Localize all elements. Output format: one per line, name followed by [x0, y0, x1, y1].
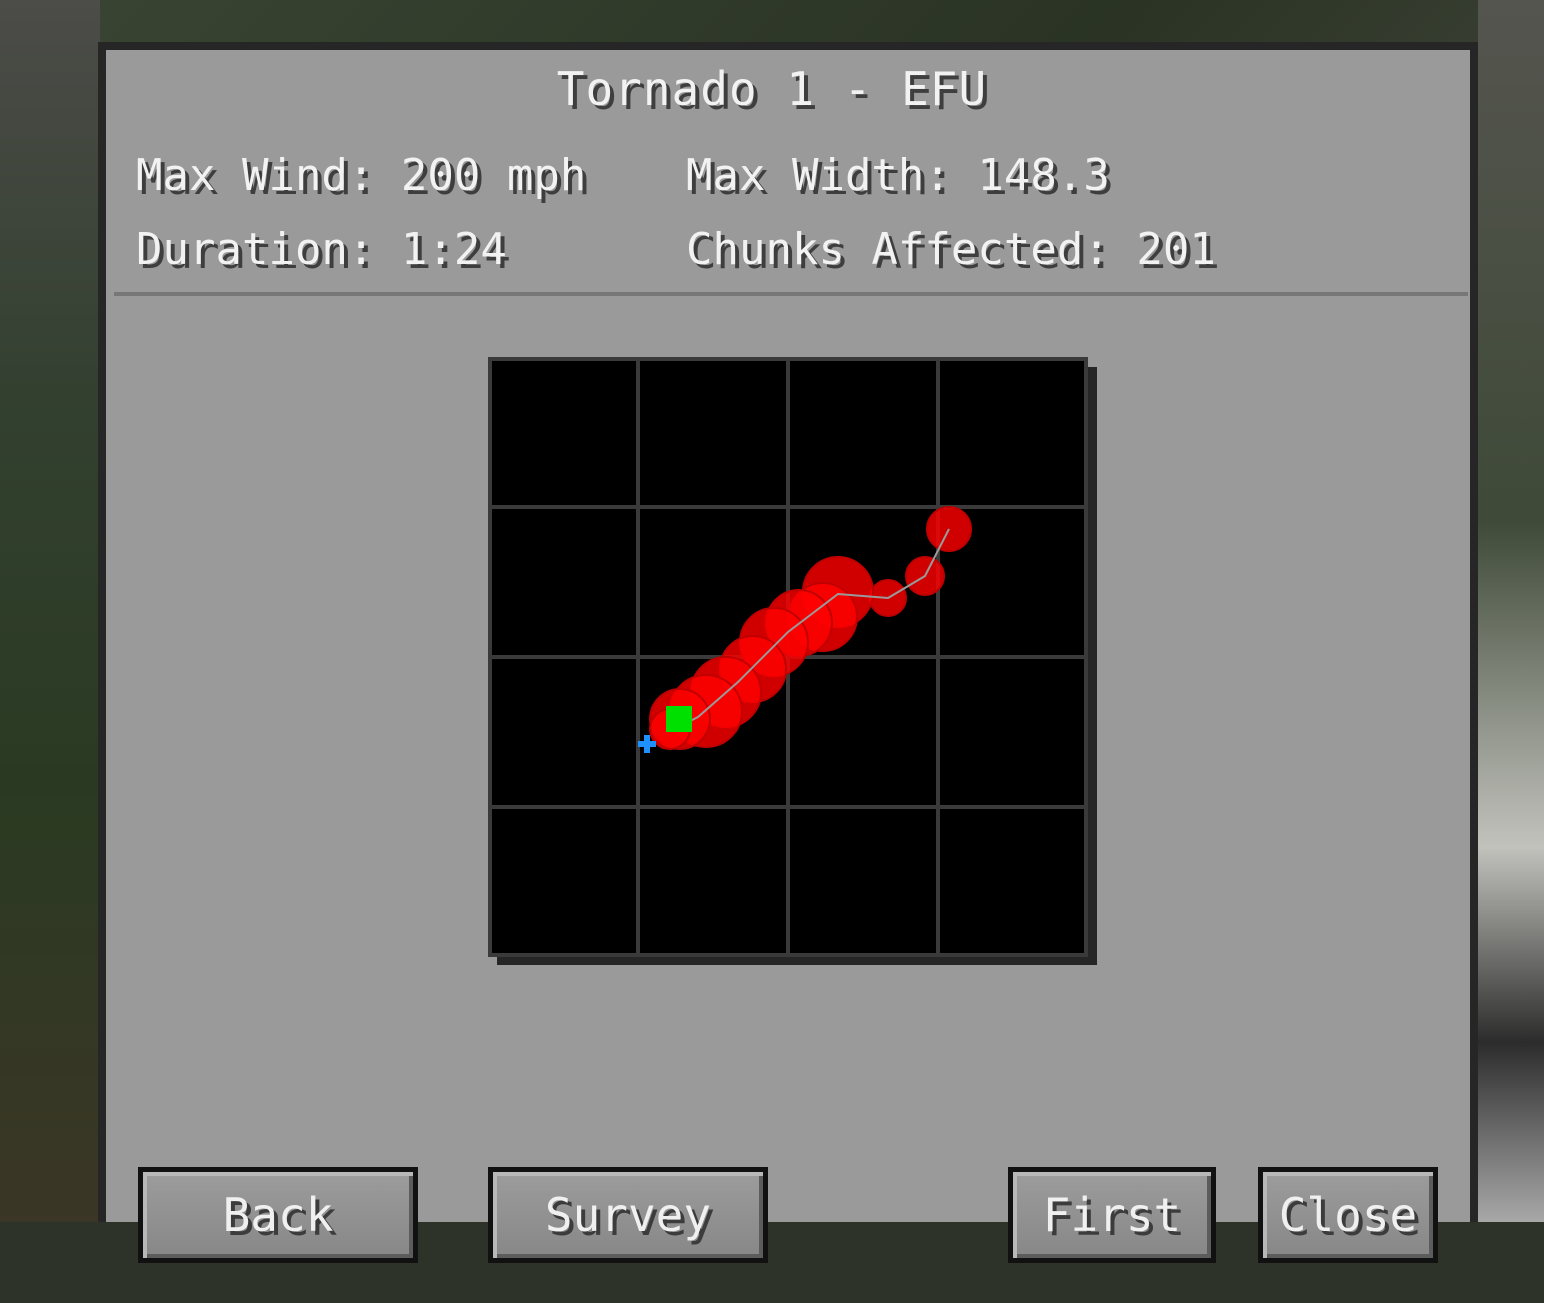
chunks-affected-stat: Chunks Affected: 201	[686, 224, 1216, 275]
survey-button[interactable]: Survey	[488, 1167, 768, 1263]
damage-path-map[interactable]	[488, 357, 1088, 957]
dialog-title: Tornado 1 - EFU	[556, 62, 988, 116]
duration-stat: Duration: 1:24	[136, 224, 507, 275]
max-wind-stat: Max Wind: 200 mph	[136, 150, 587, 201]
damage-path-svg	[488, 357, 1088, 957]
damage-swath	[649, 506, 972, 750]
first-button[interactable]: First	[1008, 1167, 1216, 1263]
close-button[interactable]: Close	[1258, 1167, 1438, 1263]
back-button[interactable]: Back	[138, 1167, 418, 1263]
tornado-position-marker	[666, 706, 692, 732]
max-width-stat: Max Width: 148.3	[686, 150, 1110, 201]
header-divider	[114, 292, 1468, 296]
